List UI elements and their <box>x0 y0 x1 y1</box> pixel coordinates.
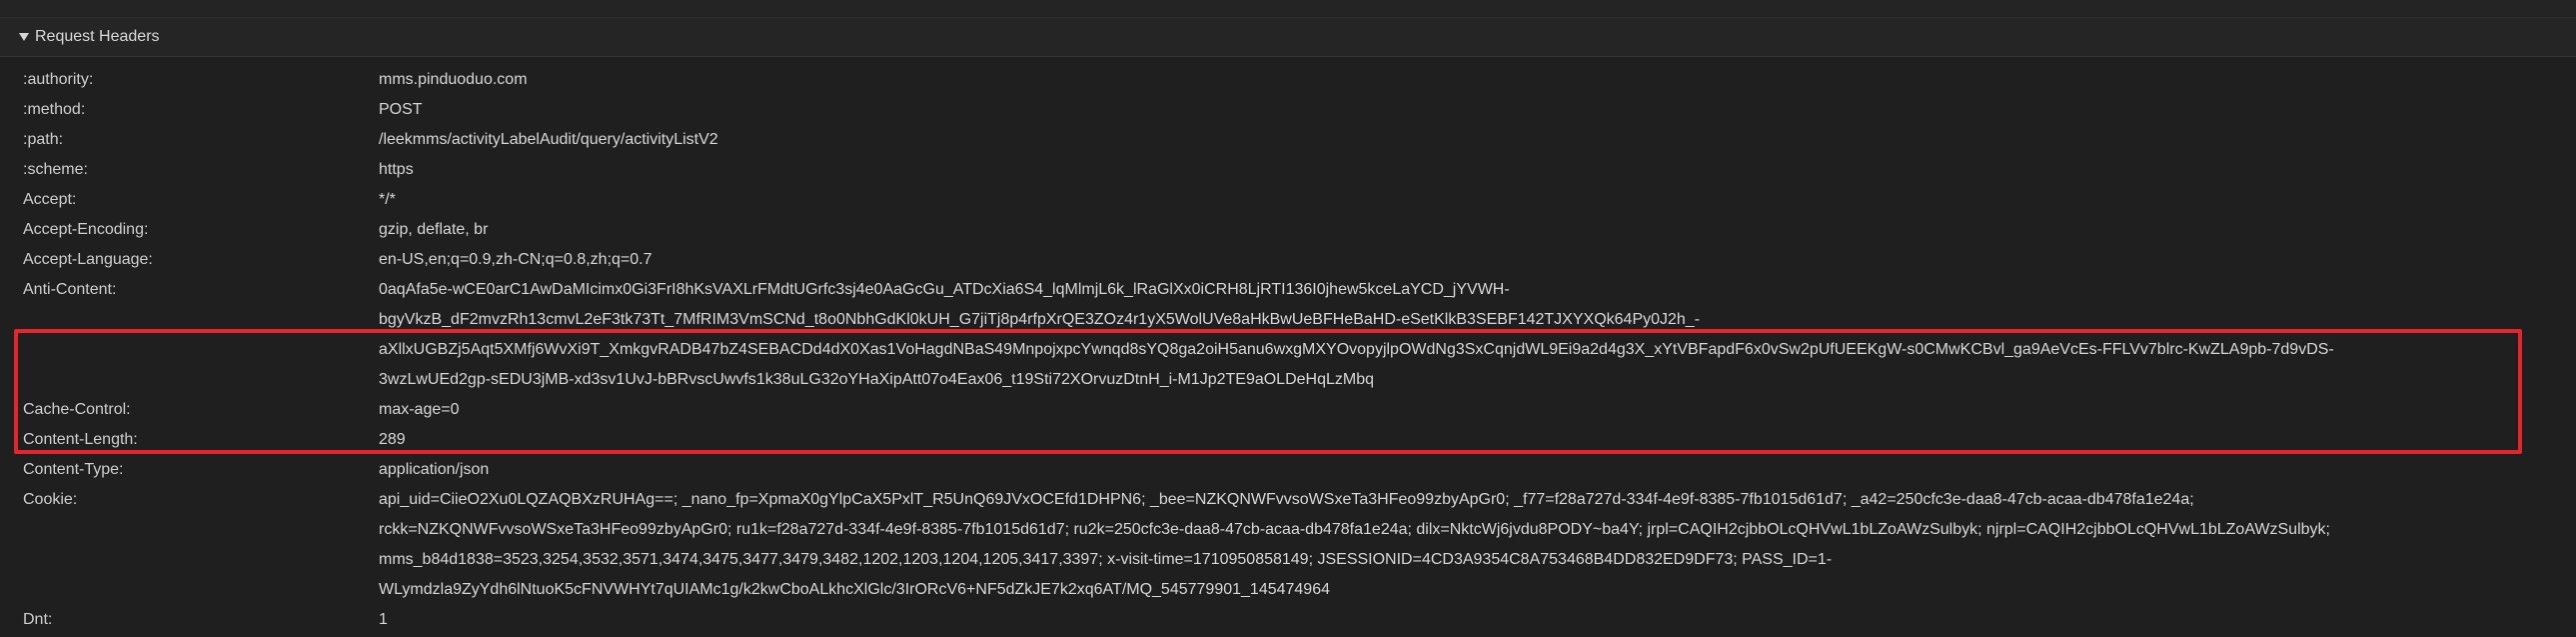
header-row-cookie[interactable]: Cookie: api_uid=CiieO2Xu0LQZAQBXzRUHAg==… <box>0 485 2576 605</box>
header-row-anti-content[interactable]: Anti-Content: 0aqAfa5e-wCE0arC1AwDaMIcim… <box>0 275 2576 395</box>
header-name: :path: <box>23 131 64 148</box>
header-row-accept-language[interactable]: Accept-Language: en-US,en;q=0.9,zh-CN;q=… <box>0 245 2576 275</box>
top-divider <box>0 0 2576 18</box>
header-name: Accept-Language: <box>23 251 153 268</box>
header-name: Dnt: <box>23 611 53 628</box>
header-value: */* <box>379 191 396 208</box>
header-value: mms.pinduoduo.com <box>379 71 528 88</box>
header-value: application/json <box>379 461 490 478</box>
header-name: :authority: <box>23 71 94 88</box>
header-value: https <box>379 161 414 178</box>
header-value: api_uid=CiieO2Xu0LQZAQBXzRUHAg==; _nano_… <box>379 491 2330 598</box>
header-row-content-type[interactable]: Content-Type: application/json <box>0 455 2576 485</box>
header-name: Content-Length: <box>23 431 138 448</box>
request-headers-toggle[interactable]: Request Headers <box>0 18 2576 57</box>
header-name: Content-Type: <box>23 461 124 478</box>
header-value: POST <box>379 101 423 118</box>
header-name: Accept-Encoding: <box>23 221 149 238</box>
header-name: Cache-Control: <box>23 401 131 418</box>
header-row-cache-control[interactable]: Cache-Control: max-age=0 <box>0 395 2576 425</box>
header-row-authority[interactable]: :authority: mms.pinduoduo.com <box>0 65 2576 95</box>
header-row-content-length[interactable]: Content-Length: 289 <box>0 425 2576 455</box>
header-row-accept[interactable]: Accept: */* <box>0 185 2576 215</box>
header-row-dnt[interactable]: Dnt: 1 <box>0 605 2576 635</box>
section-title: Request Headers <box>35 28 160 45</box>
header-value: 0aqAfa5e-wCE0arC1AwDaMIcimx0Gi3FrI8hKsVA… <box>379 281 2334 388</box>
header-value: 1 <box>379 611 388 628</box>
header-row-path[interactable]: :path: /leekmms/activityLabelAudit/query… <box>0 125 2576 155</box>
header-name: :scheme: <box>23 161 88 178</box>
header-name: Anti-Content: <box>23 281 117 298</box>
header-name: :method: <box>23 101 86 118</box>
header-name: Cookie: <box>23 491 78 508</box>
header-row-accept-encoding[interactable]: Accept-Encoding: gzip, deflate, br <box>0 215 2576 245</box>
header-list: :authority: mms.pinduoduo.com :method: P… <box>0 57 2576 635</box>
header-row-scheme[interactable]: :scheme: https <box>0 155 2576 185</box>
triangle-down-icon <box>19 33 29 41</box>
header-value: /leekmms/activityLabelAudit/query/activi… <box>379 131 718 148</box>
header-value: 289 <box>379 431 406 448</box>
header-value: en-US,en;q=0.9,zh-CN;q=0.8,zh;q=0.7 <box>379 251 652 268</box>
header-row-method[interactable]: :method: POST <box>0 95 2576 125</box>
header-value: gzip, deflate, br <box>379 221 489 238</box>
header-name: Accept: <box>23 191 77 208</box>
request-headers-panel: Request Headers :authority: mms.pinduodu… <box>0 0 2576 637</box>
header-value: max-age=0 <box>379 401 460 418</box>
